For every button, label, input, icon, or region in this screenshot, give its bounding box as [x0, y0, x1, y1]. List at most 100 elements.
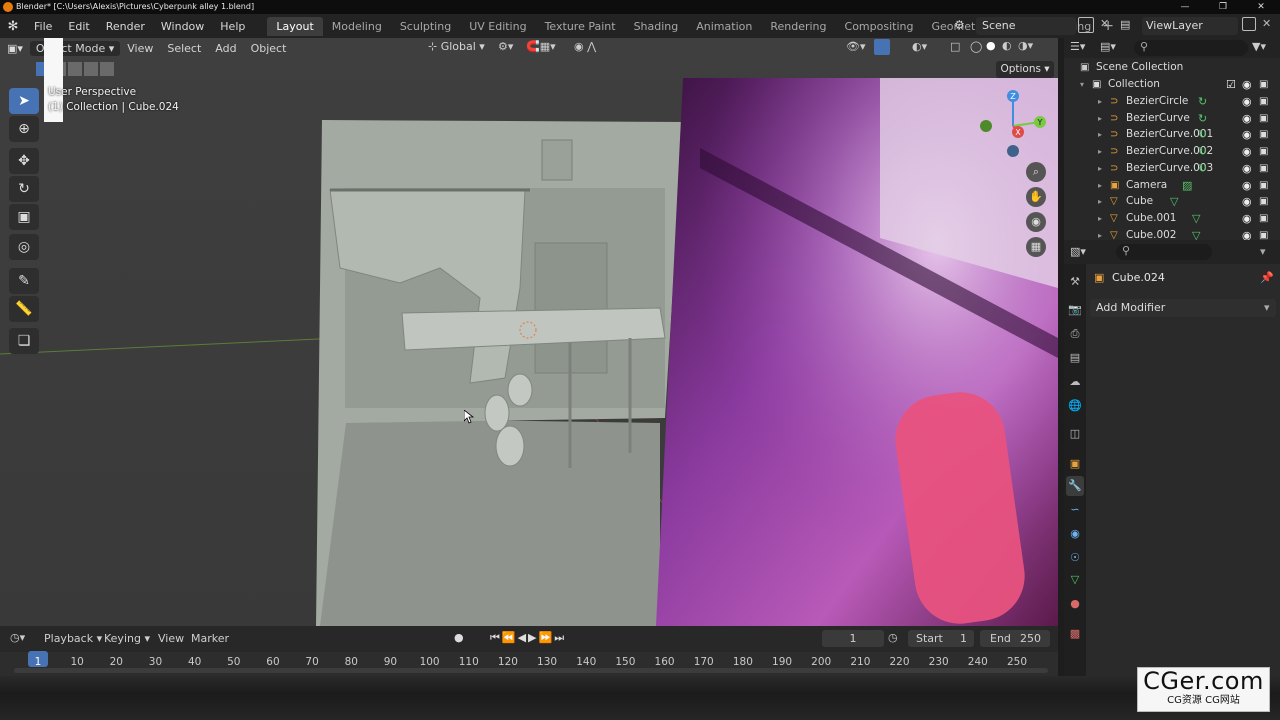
render-camera-icon[interactable]: ▣: [1259, 93, 1268, 110]
timeline-editor-icon[interactable]: ◷▾: [10, 631, 25, 644]
restore-icon[interactable]: ❐: [1204, 0, 1242, 14]
3d-viewport[interactable]: ▣▾ Object Mode ▾ View Select Add Object …: [0, 38, 1058, 626]
render-camera-icon[interactable]: ▣: [1259, 126, 1268, 143]
xray-icon[interactable]: □: [950, 40, 960, 53]
outliner-editor-icon[interactable]: ☰▾: [1070, 40, 1085, 53]
tab-animation[interactable]: Animation: [687, 17, 761, 36]
options-button[interactable]: Options ▾: [996, 61, 1054, 78]
render-tab-icon[interactable]: 📷: [1066, 300, 1084, 320]
render-camera-icon[interactable]: ▣: [1259, 160, 1268, 177]
tab-layout[interactable]: Layout: [267, 16, 323, 36]
current-frame-field[interactable]: 1: [822, 630, 884, 647]
mesh-data-icon[interactable]: ▽: [1192, 210, 1200, 227]
tab-sculpting[interactable]: Sculpting: [391, 17, 460, 36]
eye-icon[interactable]: ◉: [1242, 210, 1252, 227]
modifier-tab-icon[interactable]: 🔧: [1066, 476, 1084, 496]
world-tab-icon[interactable]: 🌐: [1066, 396, 1084, 416]
gizmo-neg-y-handle[interactable]: [980, 120, 992, 132]
measure-tool[interactable]: 📏: [9, 296, 39, 322]
properties-editor-icon[interactable]: ▧▾: [1070, 245, 1086, 258]
eye-icon[interactable]: ◉: [1242, 76, 1252, 93]
menu-add[interactable]: Add: [208, 42, 243, 55]
camera-data-icon[interactable]: ▨: [1182, 177, 1192, 194]
disclosure-icon[interactable]: ▸: [1098, 126, 1102, 143]
gizmo-neg-z-handle[interactable]: [1007, 145, 1019, 157]
constraints-tab-icon[interactable]: ☉: [1066, 548, 1084, 568]
record-icon[interactable]: ●: [454, 631, 464, 644]
output-tab-icon[interactable]: ⎙: [1066, 324, 1084, 344]
menu-timeline-view[interactable]: View: [158, 632, 184, 645]
delete-view-layer-icon[interactable]: ✕: [1262, 17, 1271, 30]
outliner-scene-collection[interactable]: ▣ Scene Collection: [1064, 59, 1280, 76]
outliner-item[interactable]: ▸ ▣ Camera ▨ ◉ ▣: [1064, 177, 1280, 194]
menu-marker[interactable]: Marker: [191, 632, 229, 645]
new-view-layer-icon[interactable]: [1242, 17, 1256, 31]
outliner-item[interactable]: ▸ ⊃ BezierCurve.001 ↻ ◉ ▣: [1064, 126, 1280, 143]
eye-icon[interactable]: ◉: [1242, 110, 1252, 127]
navigation-gizmo[interactable]: Z Y X: [978, 86, 1048, 160]
pin-icon[interactable]: 📌: [1260, 271, 1274, 284]
cursor-tool[interactable]: ⊕: [9, 116, 39, 142]
material-tab-icon[interactable]: ●: [1066, 594, 1084, 614]
disclosure-icon[interactable]: ▸: [1098, 193, 1102, 210]
close-icon[interactable]: ✕: [1242, 0, 1280, 14]
minimize-icon[interactable]: —: [1166, 0, 1204, 14]
visibility-icon[interactable]: 👁▾: [846, 40, 866, 53]
menu-render[interactable]: Render: [98, 20, 153, 33]
pan-hand-icon[interactable]: ✋: [1026, 187, 1046, 207]
wireframe-shading-icon[interactable]: ◯: [970, 40, 982, 53]
material-shading-icon[interactable]: ◐: [1002, 39, 1012, 52]
orientation-dropdown[interactable]: ⊹ Global ▾: [428, 40, 485, 53]
new-scene-icon[interactable]: [1078, 17, 1094, 33]
view-layer-tab-icon[interactable]: ▤: [1066, 348, 1084, 368]
curve-data-icon[interactable]: ↻: [1198, 110, 1207, 127]
tab-compositing[interactable]: Compositing: [836, 17, 923, 36]
texture-tab-icon[interactable]: ▩: [1066, 624, 1084, 644]
scene-selector[interactable]: Scene: [976, 17, 1076, 35]
menu-playback[interactable]: Playback ▾: [44, 632, 102, 645]
menu-keying[interactable]: Keying ▾: [104, 632, 150, 645]
perspective-toggle-icon[interactable]: ▦: [1026, 237, 1046, 257]
disclosure-icon[interactable]: ▸: [1098, 93, 1102, 110]
add-cube-tool[interactable]: ❏: [9, 328, 39, 354]
annotate-tool[interactable]: ✎: [9, 268, 39, 294]
scene-tab-icon[interactable]: ☁: [1066, 372, 1084, 392]
timeline-scrollbar[interactable]: [14, 668, 1048, 673]
disclosure-icon[interactable]: ▸: [1098, 177, 1102, 194]
pivot-icon[interactable]: ⚙▾: [498, 40, 513, 53]
tab-texture-paint[interactable]: Texture Paint: [536, 17, 625, 36]
rotate-tool[interactable]: ↻: [9, 176, 39, 202]
particles-tab-icon[interactable]: ∽: [1066, 500, 1084, 520]
outliner-item[interactable]: ▸ ⊃ BezierCircle ↻ ◉ ▣: [1064, 93, 1280, 110]
tab-rendering[interactable]: Rendering: [761, 17, 835, 36]
proportional-edit-icon[interactable]: ◉ ⋀: [574, 40, 596, 53]
blender-menu-icon[interactable]: ✻: [0, 19, 26, 34]
tool-tab-icon[interactable]: ⚒: [1066, 272, 1084, 292]
menu-edit[interactable]: Edit: [60, 20, 97, 33]
select-box-tool[interactable]: ➤: [9, 88, 39, 114]
outliner-item[interactable]: ▸ ⊃ BezierCurve.002 ↻ ◉ ▣: [1064, 143, 1280, 160]
tab-modeling[interactable]: Modeling: [323, 17, 391, 36]
disclosure-icon[interactable]: ▸: [1098, 210, 1102, 227]
tab-uv-editing[interactable]: UV Editing: [460, 17, 535, 36]
menu-view[interactable]: View: [120, 42, 160, 55]
gizmo-toggle-icon[interactable]: [874, 39, 890, 55]
solid-shading-icon[interactable]: ●: [986, 39, 996, 52]
end-frame-field[interactable]: End 250: [980, 630, 1050, 647]
start-frame-field[interactable]: Start 1: [908, 630, 974, 647]
eye-icon[interactable]: ◉: [1242, 143, 1252, 160]
properties-options-icon[interactable]: ▾: [1260, 245, 1266, 258]
curve-data-icon[interactable]: ↻: [1198, 143, 1207, 160]
overlays-icon[interactable]: ◐▾: [912, 40, 927, 53]
outliner-collection[interactable]: ▾ ▣ Collection ☑ ◉ ▣: [1064, 76, 1280, 93]
view-layer-selector[interactable]: ViewLayer: [1142, 17, 1238, 35]
menu-object[interactable]: Object: [244, 42, 294, 55]
menu-help[interactable]: Help: [212, 20, 253, 33]
curve-data-icon[interactable]: ↻: [1198, 160, 1207, 177]
camera-view-icon[interactable]: ◉: [1026, 212, 1046, 232]
render-camera-icon[interactable]: ▣: [1259, 210, 1268, 227]
render-camera-icon[interactable]: ▣: [1259, 177, 1268, 194]
collection-tab-icon[interactable]: ◫: [1066, 424, 1084, 444]
select-invert-icon[interactable]: [84, 62, 98, 76]
add-modifier-dropdown[interactable]: Add Modifier ▾: [1090, 299, 1276, 317]
